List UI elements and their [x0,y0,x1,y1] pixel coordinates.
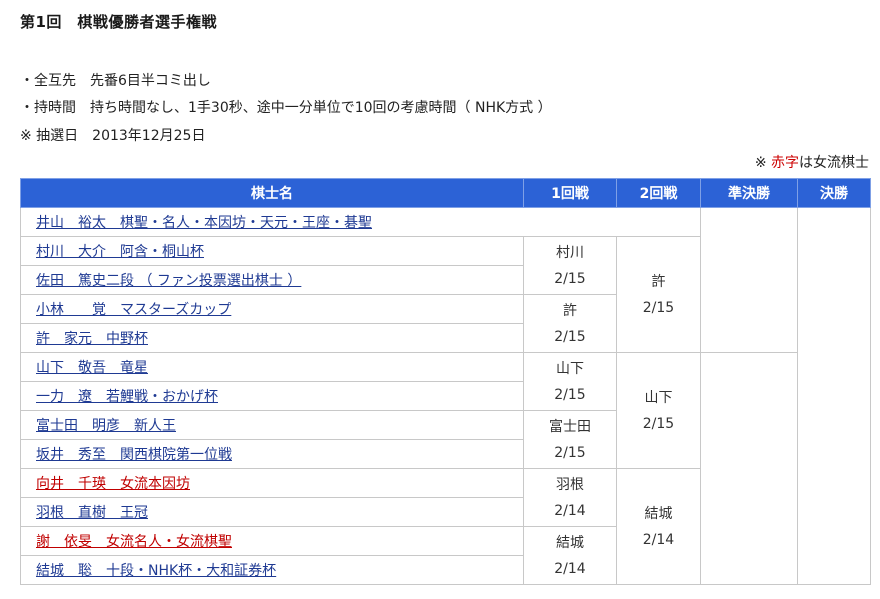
round1-result: 結城 2/14 [523,526,617,585]
player-link[interactable]: 山下 敬吾 竜星 [36,360,148,376]
player-cell: 一力 遼 若鯉戦・おかげ杯 [20,381,524,411]
header-final: 決勝 [797,178,871,208]
round1-date: 2/15 [554,386,586,403]
player-cell: 羽根 直樹 王冠 [20,497,524,527]
round1-date: 2/15 [554,444,586,461]
rule-komi: ・全互先 先番6目半コミ出し [20,73,211,89]
round2-winner: 許 [651,273,666,290]
player-link[interactable]: 羽根 直樹 王冠 [36,505,148,521]
round1-result: 山下 2/15 [523,352,617,411]
round2-date: 2/15 [642,415,675,432]
note-prefix: ※ [754,155,771,171]
header-round2: 2回戦 [616,178,701,208]
player-link[interactable]: 富士田 明彦 新人王 [36,418,176,434]
bracket-table: 棋士名 1回戦 2回戦 準決勝 決勝 井山 裕太 棋聖・名人・本因坊・天元・王座… [20,178,871,585]
round1-date: 2/15 [554,328,586,345]
player-link[interactable]: 坂井 秀至 関西棋院第一位戦 [36,447,232,463]
player-link-female[interactable]: 謝 依旻 女流名人・女流棋聖 [36,534,232,550]
player-link[interactable]: 許 家元 中野杯 [36,331,148,347]
round1-winner: 羽根 [556,476,584,493]
round1-result: 村川 2/15 [523,236,617,295]
semifinal-cell-2 [700,352,798,585]
round1-winner: 村川 [556,244,584,261]
round2-result: 結城 2/14 [616,468,701,585]
player-cell: 小林 覚 マスターズカップ [20,294,524,324]
player-cell: 謝 依旻 女流名人・女流棋聖 [20,526,524,556]
round2-winner: 山下 [644,389,673,406]
round1-winner: 山下 [556,360,584,377]
round1-result: 羽根 2/14 [523,468,617,527]
table-row: 山下 敬吾 竜星 山下 2/15 山下 2/15 [20,352,871,585]
header-semifinal: 準決勝 [700,178,798,208]
player-cell: 佐田 篤史二段 （ ファン投票選出棋士 ） [20,265,524,295]
round1-winner: 富士田 [549,418,591,435]
page-title: 第1回 棋戦優勝者選手権戦 [20,13,217,31]
round2-date: 2/15 [642,299,675,316]
player-link[interactable]: 佐田 篤史二段 （ ファン投票選出棋士 ） [36,273,301,289]
header-round1: 1回戦 [523,178,617,208]
player-cell: 向井 千瑛 女流本因坊 [20,468,524,498]
player-cell: 許 家元 中野杯 [20,323,524,353]
round2-date: 2/14 [642,531,675,548]
player-link[interactable]: 村川 大介 阿含・桐山杯 [36,244,204,260]
round1-date: 2/14 [554,502,586,519]
draw-date: ※ 抽選日 2013年12月25日 [20,128,206,144]
round1-date: 2/14 [554,560,586,577]
player-link[interactable]: 一力 遼 若鯉戦・おかげ杯 [36,389,218,405]
player-cell: 富士田 明彦 新人王 [20,410,524,440]
player-link-seed[interactable]: 井山 裕太 棋聖・名人・本因坊・天元・王座・碁聖 [36,215,372,231]
player-cell: 山下 敬吾 竜星 [20,352,524,382]
header-player-name: 棋士名 [20,178,524,208]
female-legend-note: ※ 赤字は女流棋士 [755,152,869,172]
round2-result: 山下 2/15 [616,352,701,469]
seed-player-cell: 井山 裕太 棋聖・名人・本因坊・天元・王座・碁聖 [20,207,701,237]
round1-result: 富士田 2/15 [523,410,617,469]
round1-winner: 結城 [556,534,584,551]
player-link-female[interactable]: 向井 千瑛 女流本因坊 [36,476,190,492]
player-cell: 坂井 秀至 関西棋院第一位戦 [20,439,524,469]
round1-date: 2/15 [554,270,586,287]
table-row: 井山 裕太 棋聖・名人・本因坊・天元・王座・碁聖 [20,207,871,585]
round2-result: 許 2/15 [616,236,701,353]
player-link[interactable]: 結城 聡 十段・NHK杯・大和証券杯 [36,563,276,579]
round2-winner: 結城 [644,505,673,522]
note-suffix: は女流棋士 [799,155,869,171]
note-red-text: 赤字 [771,155,799,171]
rule-time: ・持時間 持ち時間なし、1手30秒、途中一分単位で10回の考慮時間（ NHK方式… [20,100,552,116]
round1-result: 許 2/15 [523,294,617,353]
player-cell: 村川 大介 阿含・桐山杯 [20,236,524,266]
round1-winner: 許 [563,302,577,319]
player-cell: 結城 聡 十段・NHK杯・大和証券杯 [20,555,524,585]
semifinal-cell-1 [700,207,798,353]
final-cell [797,207,871,585]
table-header-row: 棋士名 1回戦 2回戦 準決勝 決勝 [20,178,871,208]
player-link[interactable]: 小林 覚 マスターズカップ [36,302,231,318]
